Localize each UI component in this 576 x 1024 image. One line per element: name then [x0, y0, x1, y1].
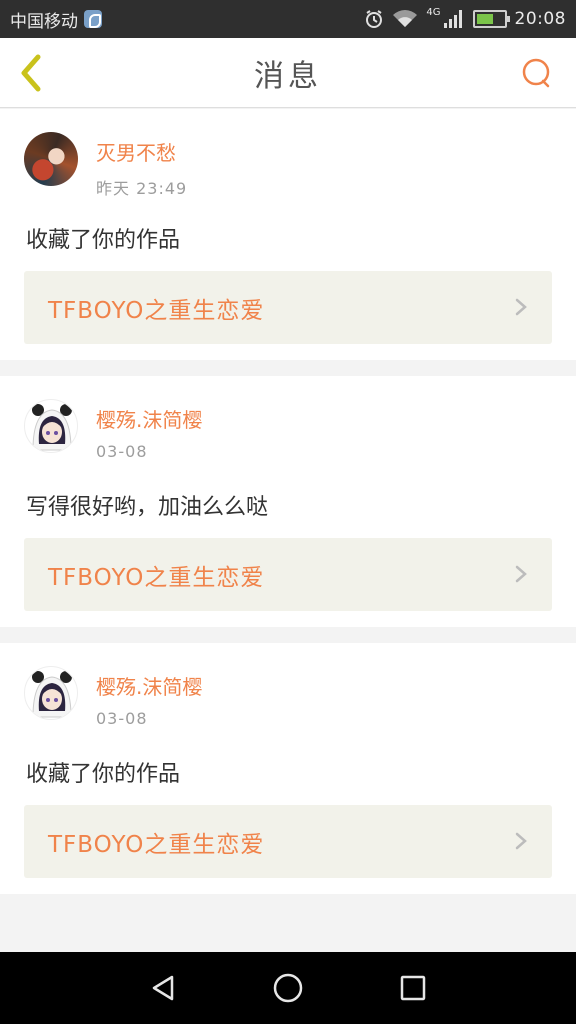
- message-text: 写得很好哟，加油么么哒: [26, 495, 269, 520]
- message-card: 樱殇.沫简樱 03-08 收藏了你的作品 TFBOYO之重生恋爱: [0, 643, 576, 894]
- search-icon: [522, 58, 550, 88]
- timestamp: 03-08: [96, 442, 148, 461]
- page-title: 消息: [254, 58, 322, 94]
- avatar[interactable]: [24, 132, 78, 186]
- home-circle-icon: [273, 973, 303, 1003]
- username[interactable]: 灭男不愁: [96, 137, 176, 166]
- chevron-right-icon: [515, 298, 527, 316]
- timestamp: 昨天 23:49: [96, 179, 188, 198]
- avatar[interactable]: [24, 399, 78, 453]
- work-title: TFBOYO之重生恋爱: [48, 564, 265, 591]
- carrier-label: 中国移动: [10, 11, 78, 32]
- back-triangle-icon: [152, 975, 173, 1001]
- app-s-icon: [84, 10, 102, 28]
- back-button[interactable]: [14, 52, 48, 94]
- work-link[interactable]: TFBOYO之重生恋爱: [24, 538, 552, 611]
- messages-screen: 中国移动 4G 20:08 消息 灭男不愁 昨天 23:49 收藏了你的作品 T…: [0, 0, 576, 1024]
- signal-icon: [443, 9, 465, 29]
- chevron-right-icon: [515, 832, 527, 850]
- network-type: 4G: [426, 6, 441, 18]
- nav-back-button[interactable]: [143, 968, 183, 1008]
- work-link[interactable]: TFBOYO之重生恋爱: [24, 271, 552, 344]
- timestamp: 03-08: [96, 709, 148, 728]
- header-bar: 消息: [0, 38, 576, 108]
- wifi-icon: [392, 9, 418, 29]
- status-time: 20:08: [514, 9, 566, 29]
- status-bar: 中国移动 4G 20:08: [0, 0, 576, 38]
- work-link[interactable]: TFBOYO之重生恋爱: [24, 805, 552, 878]
- nav-recents-button[interactable]: [393, 968, 433, 1008]
- nav-home-button[interactable]: [268, 968, 308, 1008]
- chevron-left-icon: [21, 54, 41, 92]
- system-nav-bar: [0, 952, 576, 1024]
- message-card: 樱殇.沫简樱 03-08 写得很好哟，加油么么哒 TFBOYO之重生恋爱: [0, 376, 576, 627]
- avatar[interactable]: [24, 666, 78, 720]
- username[interactable]: 樱殇.沫简樱: [96, 404, 202, 433]
- work-title: TFBOYO之重生恋爱: [48, 297, 265, 324]
- search-button[interactable]: [520, 56, 554, 90]
- message-text: 收藏了你的作品: [26, 228, 181, 253]
- username[interactable]: 樱殇.沫简樱: [96, 671, 202, 700]
- message-card: 灭男不愁 昨天 23:49 收藏了你的作品 TFBOYO之重生恋爱: [0, 109, 576, 360]
- message-text: 收藏了你的作品: [26, 762, 181, 787]
- alarm-icon: [364, 9, 384, 29]
- work-title: TFBOYO之重生恋爱: [48, 831, 265, 858]
- recents-square-icon: [401, 975, 426, 1001]
- chevron-right-icon: [515, 565, 527, 583]
- battery-charging-icon: [472, 10, 510, 28]
